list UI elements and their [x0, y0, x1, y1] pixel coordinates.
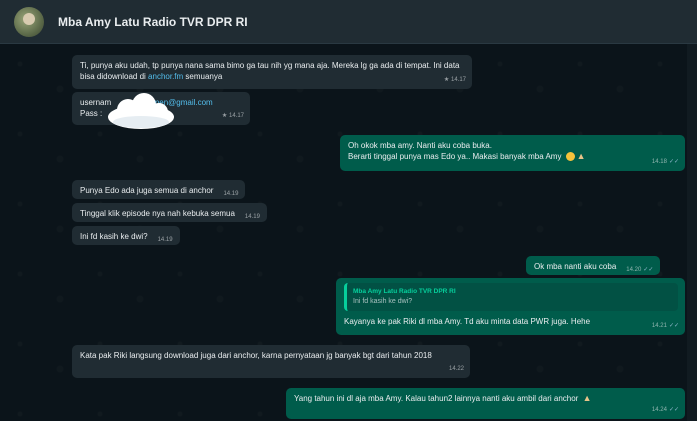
message-time: 14.21 ✓✓	[651, 323, 679, 329]
message-text: Ok mba nanti aku coba	[534, 262, 617, 271]
message-time: 14.22	[448, 366, 464, 372]
smile-emoji-icon	[565, 152, 575, 161]
double-check-icon: ✓✓	[668, 323, 679, 329]
message-outgoing[interactable]: Yang tahun ini dl aja mba Amy. Kalau tah…	[286, 388, 685, 419]
message-text: Berarti tinggal punya mas Edo ya.. Makas…	[348, 152, 562, 161]
pray-emoji-icon: ▲	[576, 151, 586, 161]
message-time: 14.19	[157, 237, 173, 243]
message-time: 14.18 ✓✓	[651, 159, 679, 165]
message-outgoing[interactable]: Ok mba nanti aku coba 14.20 ✓✓	[526, 256, 661, 275]
message-text: Ti, punya aku udah, tp punya nana sama b…	[80, 61, 460, 81]
star-icon: ★	[443, 77, 450, 83]
double-check-icon: ✓✓	[668, 159, 679, 165]
message-incoming[interactable]: Kata pak Riki langsung download juga dar…	[72, 345, 470, 378]
message-time: 14.24 ✓✓	[651, 407, 679, 413]
message-text: Kayanya ke pak Riki dl mba Amy. Td aku m…	[344, 317, 591, 326]
cloud-sticker	[108, 93, 174, 129]
message-link[interactable]: anchor.fm	[148, 72, 183, 81]
message-text: Yang tahun ini dl aja mba Amy. Kalau tah…	[294, 394, 579, 403]
message-incoming[interactable]: Ti, punya aku udah, tp punya nana sama b…	[72, 55, 472, 89]
quoted-sender: Mba Amy Latu Radio TVR DPR RI	[353, 288, 456, 295]
message-text: Ini fd kasih ke dwi?	[80, 232, 148, 241]
message-time: ★ 14.17	[443, 77, 466, 83]
message-text: Punya Edo ada juga semua di anchor	[80, 186, 214, 195]
message-time: 14.19	[244, 214, 260, 220]
star-icon: ★	[221, 113, 228, 119]
message-time: 14.19	[223, 191, 239, 197]
message-incoming[interactable]: Tinggal klik episode nya nah kebuka semu…	[72, 203, 267, 222]
message-text: Oh okok mba amy. Nanti aku coba buka.	[348, 141, 492, 150]
double-check-icon: ✓✓	[668, 407, 679, 413]
quoted-message[interactable]: Mba Amy Latu Radio TVR DPR RI Ini fd kas…	[344, 283, 678, 311]
avatar[interactable]	[14, 6, 44, 37]
quoted-text: Ini fd kasih ke dwi?	[353, 298, 413, 305]
chat-header[interactable]: Mba Amy Latu Radio TVR DPR RI	[0, 0, 697, 44]
message-time: 14.20 ✓✓	[626, 267, 654, 273]
chat-title[interactable]: Mba Amy Latu Radio TVR DPR RI	[58, 15, 248, 29]
pray-emoji-icon: ▲	[582, 393, 592, 403]
message-outgoing[interactable]: Mba Amy Latu Radio TVR DPR RI Ini fd kas…	[336, 278, 685, 335]
message-text: semuanya	[183, 72, 223, 81]
message-text: Kata pak Riki langsung download juga dar…	[80, 351, 432, 360]
message-incoming[interactable]: Ini fd kasih ke dwi? 14.19	[72, 226, 180, 245]
double-check-icon: ✓✓	[643, 267, 654, 273]
scrollbar[interactable]	[687, 44, 697, 421]
message-time: ★ 14.17	[221, 113, 244, 119]
message-text: Tinggal klik episode nya nah kebuka semu…	[80, 209, 235, 218]
message-incoming[interactable]: Punya Edo ada juga semua di anchor 14.19	[72, 180, 246, 199]
message-outgoing[interactable]: Oh okok mba amy. Nanti aku coba buka. Be…	[340, 135, 685, 171]
